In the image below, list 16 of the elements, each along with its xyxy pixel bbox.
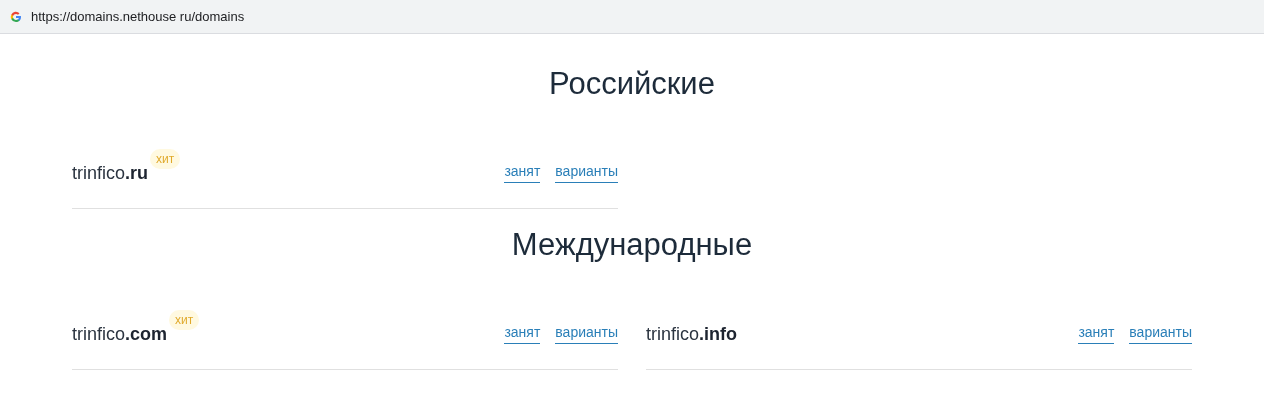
status-link[interactable]: занят <box>1078 324 1115 344</box>
status-link[interactable]: занят <box>504 324 541 344</box>
domain-name: trinfico.com <box>72 323 168 345</box>
hit-badge: хит <box>150 148 181 169</box>
address-bar[interactable]: https://domains.nethouse ru/domains <box>0 0 1264 34</box>
variants-link[interactable]: варианты <box>555 163 618 183</box>
section-title: Международные <box>510 226 754 264</box>
variants-link[interactable]: варианты <box>555 324 618 344</box>
hit-badge: хит <box>169 309 200 330</box>
domain-name: trinfico.ru <box>72 162 149 184</box>
variants-link[interactable]: варианты <box>1129 324 1192 344</box>
domain-name: trinfico.info <box>646 323 737 345</box>
google-icon <box>10 10 22 23</box>
section-title: Российские <box>548 65 716 103</box>
status-link[interactable]: занят <box>504 163 541 183</box>
url-text: https://domains.nethouse ru/domains <box>31 9 245 24</box>
